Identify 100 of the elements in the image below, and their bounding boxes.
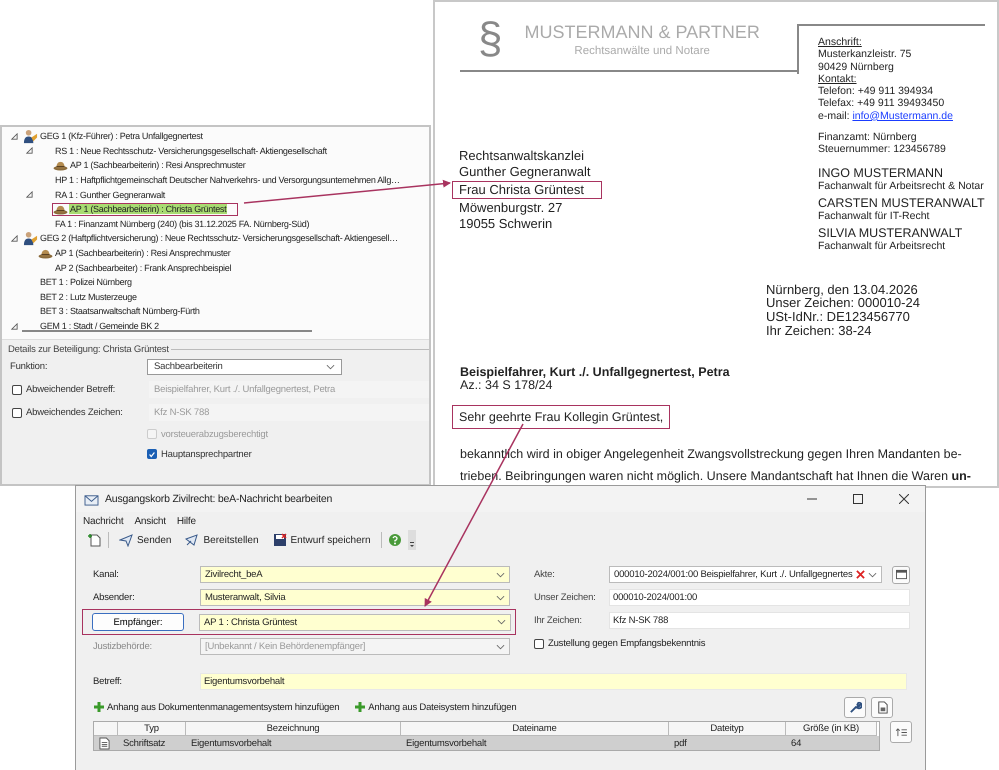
address-line: Möwenburgstr. 27 xyxy=(458,200,564,216)
section-heading: Kontakt: xyxy=(818,72,858,86)
letter-greeting: Sehr geehrte Frau Kollegin Grüntest, xyxy=(452,405,670,430)
tree-item[interactable]: AP 1 (Sachbearbeiterin) : Resi Ansprechmuster xyxy=(69,160,246,170)
lawyer-title: Fachanwalt für Arbeitsrecht xyxy=(818,240,946,253)
table-cell-text: pdf xyxy=(673,736,688,750)
collapse-triangle-icon[interactable] xyxy=(11,322,18,330)
email-link[interactable]: info@Mustermann.de xyxy=(852,110,953,122)
tree-item[interactable]: RS 1 : Neue Rechtsschutz- Versicherungsgesellschaft- Aktiengesellschaft xyxy=(54,146,328,156)
dropdown[interactable]: Zivilrecht_beA xyxy=(200,566,510,583)
tree-item[interactable]: BET 2 : Lutz Musterzeuge xyxy=(39,292,138,302)
plus-icon xyxy=(355,702,366,712)
tree-item[interactable]: HP 1 : Haftpflichtgemeinschaft Deutscher Nahverkehrs- und Versorgungsunternehmen Allg… xyxy=(54,175,401,186)
lawyer-title: Fachanwalt für Arbeitsrecht & Notar xyxy=(818,180,985,192)
toolbar-button[interactable]: Bereitstellen xyxy=(181,533,263,547)
plus-icon xyxy=(94,702,104,712)
group-title: Details zur Beteiligung: Christa Grüntest xyxy=(7,344,170,355)
column-header[interactable]: Größe (in KB) xyxy=(786,722,877,736)
tree-item[interactable]: GEG 1 (Kfz-Führer) : Petra Unfallgegnertest xyxy=(39,131,204,142)
person-icon xyxy=(23,230,38,246)
toolbar-button[interactable]: Entwurf speichern xyxy=(268,533,375,547)
chevron-icon[interactable] xyxy=(496,572,505,578)
table-row[interactable]: Schriftsatz Eigentumsvorbehalt Eigentumsvorbehalt pdf 64 xyxy=(94,736,879,750)
tree-item[interactable]: BET 1 : Polizei Nürnberg xyxy=(39,277,133,288)
tree-item[interactable]: FA 1 : Finanzamt Nürnberg (240) (bis 31.12.2025 FA. Nürnberg-Süd) xyxy=(54,218,310,229)
checkbox[interactable] xyxy=(12,384,22,394)
hat-icon xyxy=(53,160,68,171)
tree-item[interactable]: GEG 2 (Haftpflichtversicherung) : Neue Rechtsschutz- Versicherungsgesellschaft- Aktiengesell… xyxy=(39,233,399,244)
collapse-triangle-icon[interactable] xyxy=(26,191,33,198)
field-label: Akte: xyxy=(534,569,556,580)
menu-item[interactable]: Hilfe xyxy=(176,516,196,529)
scrollbar-thumb[interactable] xyxy=(22,330,312,332)
field-label: Kanal: xyxy=(93,569,120,580)
checkbox[interactable] xyxy=(12,408,22,418)
add-attachment-link[interactable]: Anhang aus Dateisystem hinzufügen xyxy=(355,702,516,712)
tree-item[interactable]: AP 1 (Sachbearbeiterin) : Christa Grüntest xyxy=(69,204,228,214)
field-label: Betreff: xyxy=(93,676,123,687)
wrench-icon xyxy=(848,700,862,714)
overflow-icon[interactable] xyxy=(408,530,416,550)
tree-item[interactable]: BET 3 : Staatsanwaltschaft Nürnberg-Fürth xyxy=(39,306,201,316)
column-header[interactable]: Typ xyxy=(118,722,186,736)
chevron-icon[interactable] xyxy=(326,364,335,370)
checkbox[interactable] xyxy=(534,638,544,648)
field-label: Funktion: xyxy=(10,361,48,372)
function-dropdown[interactable]: Sachbearbeiterin xyxy=(147,358,342,374)
hat-icon xyxy=(38,248,53,259)
tree-item[interactable]: RA 1 : Gunther Gegneranwalt xyxy=(54,190,166,200)
tree-item[interactable]: AP 1 (Sachbearbeiterin) : Resi Ansprechmuster xyxy=(54,248,232,258)
letter-subject: Beispielfahrer, Kurt ./. Unfallgegnertest, Petra xyxy=(460,366,731,380)
recipient-button[interactable]: Empfänger: xyxy=(92,613,184,631)
chevron-icon[interactable] xyxy=(497,619,506,625)
chevron-icon[interactable] xyxy=(868,572,877,578)
field-label: Absender: xyxy=(93,592,136,603)
collapse-triangle-icon[interactable] xyxy=(11,132,18,140)
info-label: e-mail: xyxy=(818,110,850,122)
dropdown[interactable]: AP 1 : Christa Grüntest xyxy=(199,614,511,630)
menu-item[interactable]: Nachricht xyxy=(83,516,124,529)
column-header[interactable]: Bezeichnung xyxy=(186,722,401,736)
hat-icon xyxy=(53,204,68,215)
address-line: Gunther Gegneranwalt xyxy=(458,164,592,180)
sort-order-button[interactable] xyxy=(890,721,912,743)
new-document-icon[interactable] xyxy=(88,533,102,547)
lawyer-name: INGO MUSTERMANN xyxy=(818,166,944,180)
reference-line: USt-IdNr.: DE123456770 xyxy=(766,310,911,324)
column-header[interactable]: Dateityp xyxy=(669,722,786,736)
menu-item[interactable]: Ansicht xyxy=(134,516,166,529)
clear-x-icon[interactable] xyxy=(856,570,865,579)
window-title: Ausgangskorb Zivilrecht: beA-Nachricht bearbeiten xyxy=(105,493,334,505)
close-icon[interactable] xyxy=(899,494,909,504)
chevron-icon[interactable] xyxy=(496,594,505,600)
tree-item[interactable]: GEM 1 : Stadt / Gemeinde BK 2 xyxy=(39,321,160,332)
firm-tagline: Rechtsanwälte und Notare xyxy=(574,44,710,56)
paper-plane-icon xyxy=(119,533,133,547)
text-field[interactable]: Kfz N-SK 788 xyxy=(609,612,910,629)
subject-field[interactable]: Eigentumsvorbehalt xyxy=(200,673,907,690)
info-line: Steuernummer: 123456789 xyxy=(818,143,947,156)
checkbox[interactable] xyxy=(147,449,157,459)
calendar-button[interactable] xyxy=(892,566,910,584)
envelope-icon xyxy=(84,492,99,506)
document-icon xyxy=(876,700,889,714)
wrench-button[interactable] xyxy=(844,696,866,718)
lawyer-name: SILVIA MUSTERANWALT xyxy=(818,226,964,240)
help-icon[interactable] xyxy=(388,533,402,547)
text-field[interactable]: 000010-2024/001:00 xyxy=(609,589,910,606)
toolbar-button[interactable]: Senden xyxy=(115,533,176,547)
document-scan-button[interactable] xyxy=(871,696,894,718)
field-label: Ihr Zeichen: xyxy=(534,615,583,626)
table-cell-text: Eigentumsvorbehalt xyxy=(405,736,488,750)
address-line: 19055 Schwerin xyxy=(458,216,554,232)
add-attachment-link[interactable]: Anhang aus Dokumentenmanagementsystem hinzufügen xyxy=(94,702,340,712)
maximize-icon[interactable] xyxy=(853,494,863,504)
dropdown[interactable]: 000010-2024/001:00 Beispielfahrer, Kurt ./. Unfallgegnertes xyxy=(609,566,882,583)
person-icon xyxy=(23,128,38,144)
collapse-triangle-icon[interactable] xyxy=(11,234,18,242)
info-line: Telefon: +49 911 394934 xyxy=(818,85,934,98)
collapse-triangle-icon[interactable] xyxy=(26,147,33,154)
column-header[interactable]: Dateiname xyxy=(401,722,669,736)
info-line: 90429 Nürnberg xyxy=(818,60,895,73)
tree-item[interactable]: AP 2 (Sachbearbeiter) : Frank Ansprechbeispiel xyxy=(54,262,232,273)
dropdown[interactable]: Musteranwalt, Silvia xyxy=(200,589,510,606)
